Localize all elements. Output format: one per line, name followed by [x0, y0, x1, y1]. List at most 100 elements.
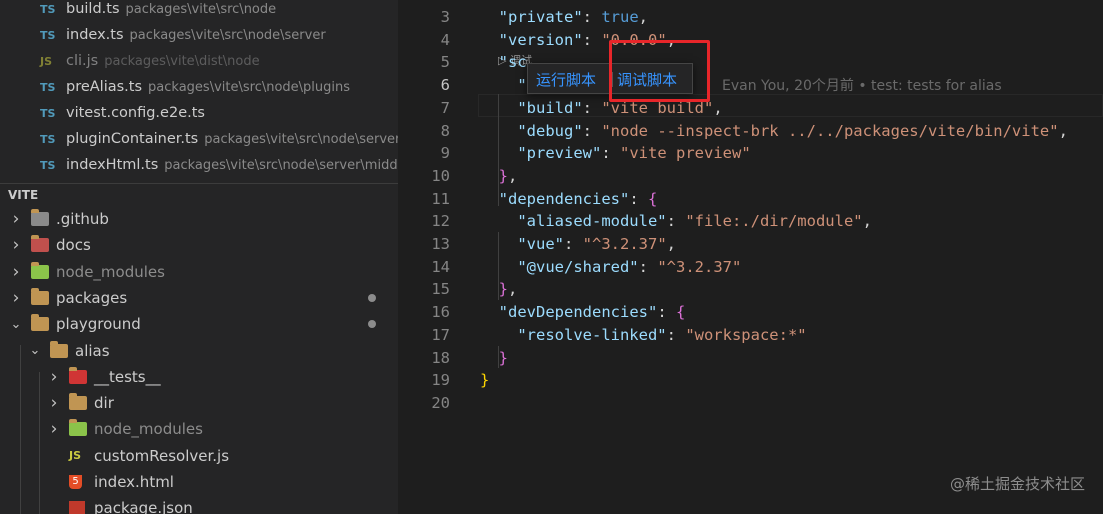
code-line: 8 "debug": "node --inspect-brk ../../pac…: [398, 120, 1103, 143]
line-number: 5: [440, 53, 450, 72]
line-number: 15: [431, 280, 450, 299]
tree-item-docs[interactable]: › docs: [0, 232, 398, 258]
code-editor[interactable]: ▷ 调试 3 "private": true, 4 "version": "0.0…: [398, 0, 1103, 514]
tree-item-label: dir: [94, 394, 114, 413]
folder-open-icon: [50, 340, 68, 358]
typescript-file-icon: TS: [40, 2, 56, 16]
tree-item-tests[interactable]: › __tests__: [0, 364, 398, 390]
line-number: 18: [431, 348, 450, 367]
tree-item-playground[interactable]: ⌄ playground: [0, 311, 398, 337]
chevron-down-icon[interactable]: ⌄: [28, 343, 42, 358]
recent-file-item[interactable]: TS indexHtml.ts packages\vite\src\node\ser…: [0, 152, 398, 178]
code-text: "preview": "vite preview": [517, 144, 751, 163]
tree-item-packages[interactable]: › packages: [0, 285, 398, 311]
code-text: "debug": "node --inspect-brk ../../packa…: [517, 121, 1068, 140]
recent-file-name: vitest.config.e2e.ts: [66, 105, 205, 121]
modified-indicator: [368, 293, 376, 302]
line-number: 10: [431, 166, 450, 185]
recent-file-item[interactable]: TS preAlias.ts packages\vite\src\node\plug…: [0, 74, 398, 100]
tree-item-github[interactable]: › .github: [0, 206, 398, 232]
tree-item-customresolver-js[interactable]: JS customResolver.js: [0, 443, 398, 469]
tree-item-index-html[interactable]: 5 index.html: [0, 469, 398, 495]
indent-guide: [39, 372, 40, 514]
tree-item-node-modules[interactable]: › node_modules: [0, 259, 398, 285]
code-line: 7 "build": "vite build",: [398, 97, 1103, 120]
javascript-file-icon: JS: [40, 54, 53, 68]
tests-folder-icon: [69, 366, 87, 384]
chevron-right-icon[interactable]: ›: [9, 288, 23, 308]
tree-item-node-modules[interactable]: › node_modules: [0, 416, 398, 442]
code-line: 15 },: [398, 278, 1103, 301]
chevron-right-icon[interactable]: ›: [47, 393, 61, 413]
chevron-down-icon[interactable]: ⌄: [9, 317, 23, 332]
docs-folder-icon: [31, 235, 49, 253]
code-text: "private": true,: [498, 8, 649, 26]
watermark: @稀土掘金技术社区: [949, 475, 1085, 493]
line-number: 14: [431, 257, 450, 276]
chevron-right-icon[interactable]: ›: [47, 419, 61, 439]
recent-file-item[interactable]: TS index.ts packages\vite\src\node\server: [0, 22, 398, 48]
tree-item-label: alias: [75, 341, 110, 360]
tree-item-label: node_modules: [94, 420, 203, 439]
code-line: 13 "vue": "^3.2.37",: [398, 233, 1103, 256]
explorer-section-title: VITE: [8, 188, 39, 202]
tree-item-label: docs: [56, 236, 91, 255]
code-text: }: [480, 371, 490, 390]
explorer-section-header[interactable]: VITE: [0, 183, 398, 206]
recent-file-path: packages\vite\src\node\plugins: [148, 80, 351, 95]
chevron-right-icon[interactable]: ›: [9, 209, 23, 229]
code-text: "vue": "^3.2.37",: [517, 235, 677, 253]
node-folder-icon: [31, 261, 49, 279]
code-line: 3 "private": true,: [398, 6, 1103, 29]
code-line: 17 "resolve-linked": "workspace:*": [398, 324, 1103, 347]
code-line: 12 "aliased-module": "file:./dir/module"…: [398, 210, 1103, 233]
line-number: 3: [440, 8, 450, 26]
recent-file-path: packages\vite\src\node\server: [204, 132, 398, 147]
tree-item-alias[interactable]: ⌄ alias: [0, 338, 398, 364]
recent-file-path: packages\vite\src\node\server: [129, 28, 326, 43]
indent-guide: [498, 346, 499, 368]
chevron-right-icon[interactable]: ›: [9, 262, 23, 282]
recent-file-name: preAlias.ts packages\vite\src\node\plugin…: [66, 79, 351, 95]
code-text: "sc: [498, 53, 527, 72]
line-number: 13: [431, 235, 450, 253]
line-number: 19: [431, 371, 450, 390]
recent-file-item[interactable]: TS vitest.config.e2e.ts: [0, 100, 398, 126]
folder-icon: [31, 287, 49, 305]
recent-file-name: index.ts packages\vite\src\node\server: [66, 27, 326, 43]
recent-file-name: indexHtml.ts packages\vite\src\node\serve…: [66, 157, 398, 173]
tree-item-label: package.json: [94, 499, 193, 514]
code-line: 10 },: [398, 165, 1103, 188]
recent-file-path: packages\vite\dist\node: [104, 54, 260, 69]
line-number: 16: [431, 303, 450, 322]
run-script-link[interactable]: 运行脚本: [536, 69, 596, 90]
tree-item-label: customResolver.js: [94, 446, 230, 465]
recent-file-path: packages\vite\src\node: [125, 2, 277, 17]
line-number: 4: [440, 30, 450, 49]
chevron-right-icon[interactable]: ›: [47, 367, 61, 387]
line-number: 12: [431, 212, 450, 231]
line-number: 17: [431, 325, 450, 344]
code-text: "aliased-module": "file:./dir/module",: [517, 212, 872, 231]
tree-item-label: __tests__: [94, 367, 161, 386]
git-blame-annotation: Evan You, 20个月前 • test: tests for alias: [722, 78, 1002, 95]
tree-item-package-json[interactable]: package.json: [0, 495, 398, 514]
code-text: "devDependencies": {: [498, 303, 686, 322]
line-number: 7: [440, 98, 450, 117]
code-text: "dependencies": {: [498, 189, 658, 208]
indent-guide: [20, 345, 21, 514]
recent-file-item[interactable]: TS build.ts packages\vite\src\node: [0, 0, 398, 22]
line-number: 20: [431, 393, 450, 412]
html-file-icon: 5: [69, 475, 82, 489]
line-number: 9: [440, 144, 450, 163]
folder-open-icon: [31, 314, 49, 332]
tree-item-dir[interactable]: › dir: [0, 390, 398, 416]
code-line: 20: [398, 392, 1103, 415]
typescript-file-icon: TS: [40, 132, 56, 146]
recent-file-item[interactable]: JS cli.js packages\vite\dist\node: [0, 48, 398, 74]
recent-file-name: pluginContainer.ts packages\vite\src\node…: [66, 131, 398, 147]
github-folder-icon: [31, 209, 49, 226]
node-folder-icon: [69, 419, 87, 437]
recent-file-item[interactable]: TS pluginContainer.ts packages\vite\src\no…: [0, 126, 398, 152]
chevron-right-icon[interactable]: ›: [9, 235, 23, 255]
